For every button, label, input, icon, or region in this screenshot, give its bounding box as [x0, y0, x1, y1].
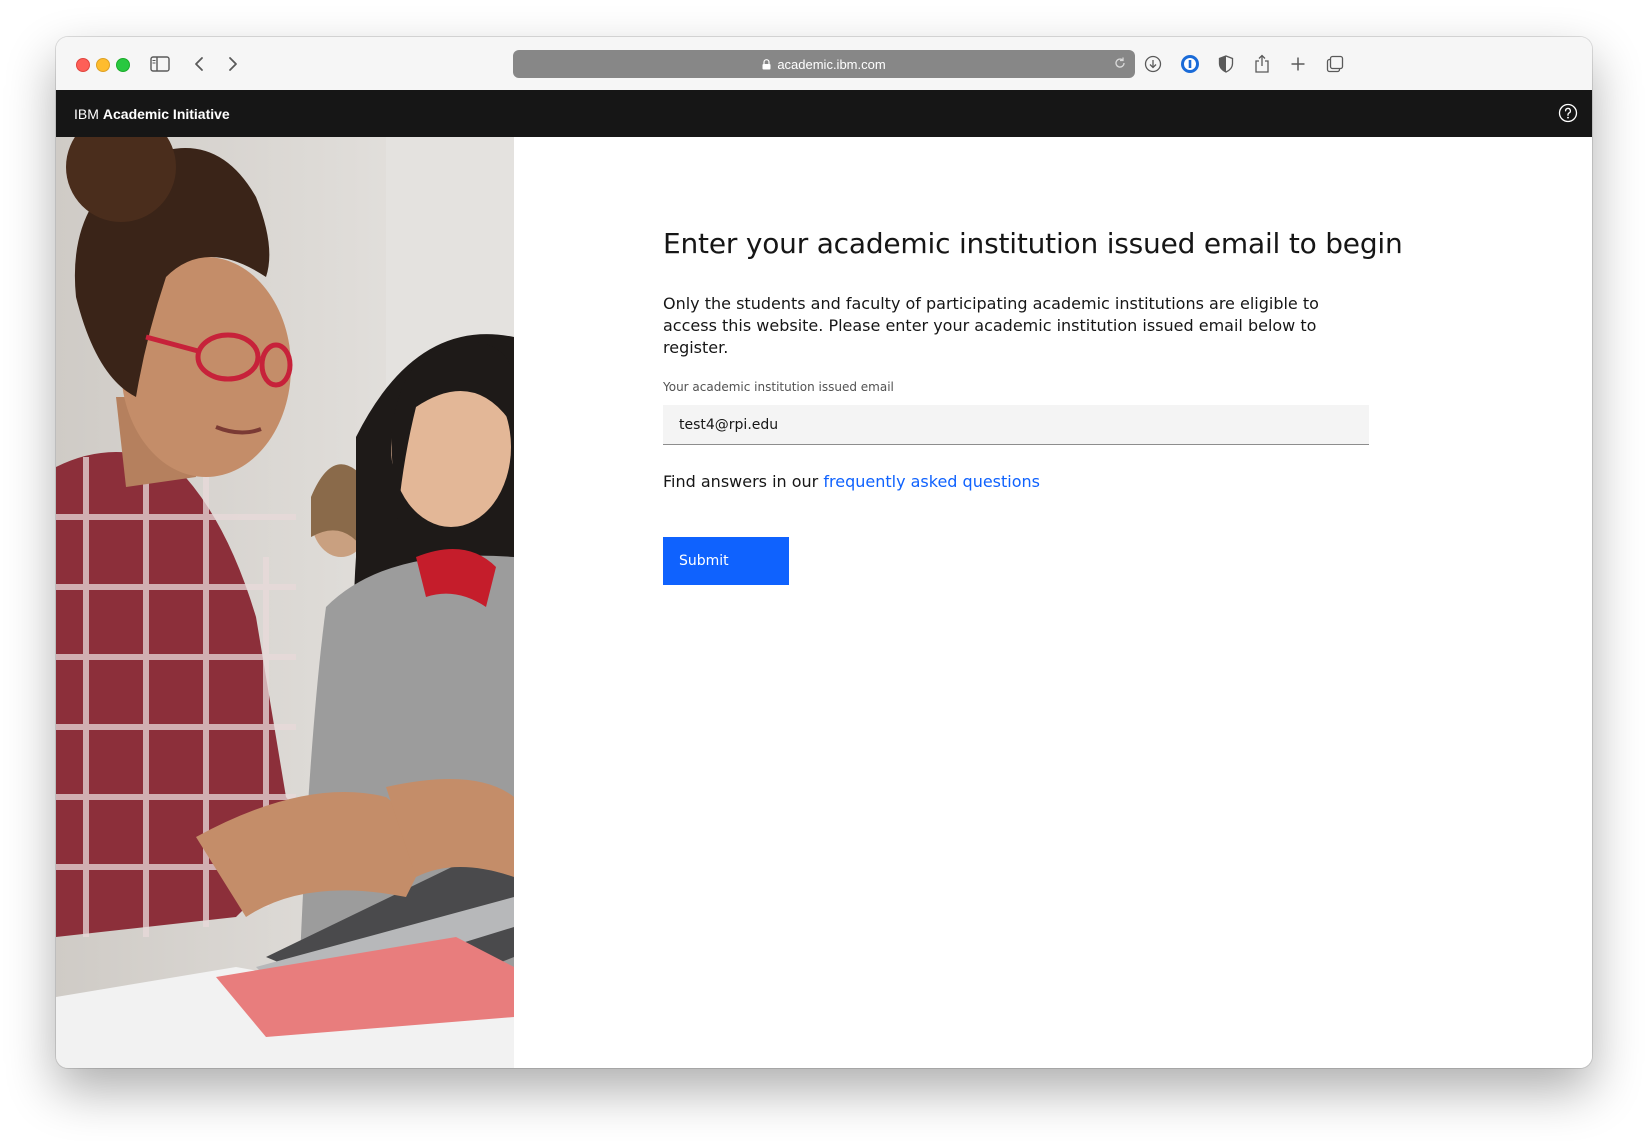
faq-line: Find answers in our frequently asked que… — [663, 472, 1040, 491]
close-window-button[interactable] — [76, 58, 90, 72]
privacy-shield-icon[interactable] — [1218, 50, 1234, 78]
address-bar[interactable]: academic.ibm.com — [513, 50, 1135, 78]
lock-icon — [762, 58, 771, 70]
faq-link[interactable]: frequently asked questions — [823, 472, 1040, 491]
submit-button[interactable]: Submit — [663, 537, 789, 585]
minimize-window-button[interactable] — [96, 58, 110, 72]
registration-panel: Enter your academic institution issued e… — [514, 137, 1592, 1068]
zoom-window-button[interactable] — [116, 58, 130, 72]
back-icon[interactable] — [193, 50, 205, 78]
password-manager-icon[interactable] — [1180, 50, 1200, 78]
share-icon[interactable] — [1254, 50, 1270, 78]
eligibility-description: Only the students and faculty of partici… — [663, 294, 1319, 357]
email-label: Your academic institution issued email — [663, 380, 894, 394]
help-icon[interactable] — [1558, 103, 1578, 127]
hero-photo — [56, 137, 514, 1068]
reload-icon[interactable] — [1113, 56, 1127, 70]
downloads-icon[interactable] — [1144, 50, 1162, 78]
site-brand[interactable]: IBM Academic Initiative — [74, 90, 230, 137]
brand-prefix: IBM — [74, 105, 99, 122]
browser-window: academic.ibm.com IBM Academic Initiative — [56, 37, 1592, 1068]
students-photo-illustration — [56, 137, 514, 1068]
email-field[interactable] — [663, 405, 1369, 445]
tab-overview-icon[interactable] — [1326, 50, 1344, 78]
site-header: IBM Academic Initiative — [56, 90, 1592, 137]
new-tab-icon[interactable] — [1290, 50, 1306, 78]
page-title: Enter your academic institution issued e… — [663, 227, 1403, 260]
browser-toolbar: academic.ibm.com — [56, 37, 1592, 91]
brand-name: Academic Initiative — [102, 105, 230, 122]
forward-icon[interactable] — [227, 50, 239, 78]
faq-prefix: Find answers in our — [663, 472, 819, 491]
sidebar-toggle-icon[interactable] — [150, 50, 170, 78]
address-url: academic.ibm.com — [777, 56, 886, 72]
